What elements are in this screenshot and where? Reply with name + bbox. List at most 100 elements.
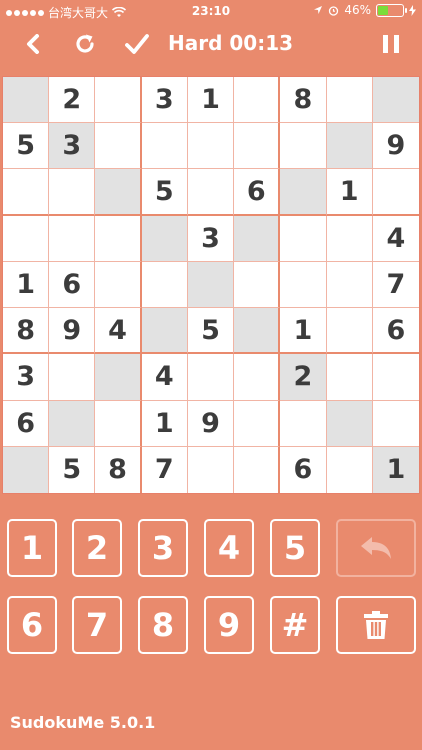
battery-percent: 46% xyxy=(344,3,371,17)
sudoku-cell[interactable]: 5 xyxy=(187,308,235,355)
sudoku-cell[interactable]: 5 xyxy=(141,169,188,216)
sudoku-cell[interactable] xyxy=(3,77,50,124)
sudoku-cell[interactable]: 1 xyxy=(141,400,188,447)
sudoku-cell[interactable]: 6 xyxy=(49,261,96,309)
sudoku-cell[interactable] xyxy=(326,77,373,124)
sudoku-cell[interactable]: 1 xyxy=(326,169,373,216)
number-key-9[interactable]: 9 xyxy=(204,596,254,654)
sudoku-cell[interactable]: 6 xyxy=(3,400,50,447)
sudoku-cell[interactable]: 2 xyxy=(280,354,327,401)
sudoku-cell[interactable] xyxy=(187,446,235,493)
sudoku-cell[interactable]: 8 xyxy=(280,77,327,124)
sudoku-cell[interactable] xyxy=(280,123,327,170)
notes-key[interactable]: # xyxy=(270,596,320,654)
sudoku-cell[interactable]: 4 xyxy=(95,308,142,355)
sudoku-cell[interactable] xyxy=(49,215,96,262)
sudoku-cell[interactable]: 5 xyxy=(3,123,50,170)
sudoku-cell[interactable] xyxy=(234,77,281,124)
sudoku-cell[interactable] xyxy=(95,169,142,216)
sudoku-cell[interactable]: 3 xyxy=(187,215,235,262)
sudoku-cell[interactable]: 1 xyxy=(280,308,327,355)
sudoku-cell[interactable]: 6 xyxy=(372,308,419,355)
sudoku-cell[interactable] xyxy=(187,169,235,216)
sudoku-cell[interactable] xyxy=(141,261,188,309)
sudoku-cell[interactable] xyxy=(141,308,188,355)
sudoku-cell[interactable]: 6 xyxy=(280,446,327,493)
number-key-3[interactable]: 3 xyxy=(138,519,188,577)
erase-button[interactable] xyxy=(336,596,416,654)
sudoku-cell[interactable] xyxy=(280,169,327,216)
sudoku-cell[interactable] xyxy=(234,261,281,309)
sudoku-cell[interactable]: 3 xyxy=(141,77,188,124)
sudoku-cell[interactable] xyxy=(280,400,327,447)
sudoku-cell[interactable]: 5 xyxy=(49,446,96,493)
check-button[interactable] xyxy=(122,30,152,58)
sudoku-cell[interactable]: 3 xyxy=(3,354,50,401)
sudoku-cell[interactable] xyxy=(95,354,142,401)
sudoku-cell[interactable]: 3 xyxy=(49,123,96,170)
sudoku-cell[interactable]: 9 xyxy=(187,400,235,447)
number-key-6[interactable]: 6 xyxy=(7,596,57,654)
sudoku-cell[interactable] xyxy=(280,215,327,262)
number-key-8[interactable]: 8 xyxy=(138,596,188,654)
number-key-7[interactable]: 7 xyxy=(72,596,122,654)
sudoku-cell[interactable] xyxy=(234,400,281,447)
sudoku-cell[interactable] xyxy=(372,77,419,124)
sudoku-cell[interactable]: 4 xyxy=(372,215,419,262)
sudoku-cell[interactable] xyxy=(326,215,373,262)
number-key-2[interactable]: 2 xyxy=(72,519,122,577)
sudoku-cell[interactable]: 8 xyxy=(95,446,142,493)
sudoku-cell[interactable] xyxy=(95,215,142,262)
sudoku-cell[interactable]: 9 xyxy=(49,308,96,355)
back-button[interactable] xyxy=(18,30,48,58)
number-key-5[interactable]: 5 xyxy=(270,519,320,577)
sudoku-cell[interactable] xyxy=(187,261,235,309)
sudoku-cell[interactable] xyxy=(372,354,419,401)
sudoku-cell[interactable] xyxy=(280,261,327,309)
sudoku-cell[interactable] xyxy=(372,169,419,216)
sudoku-cell[interactable] xyxy=(141,215,188,262)
sudoku-cell[interactable] xyxy=(3,446,50,493)
sudoku-cell[interactable]: 4 xyxy=(141,354,188,401)
sudoku-cell[interactable] xyxy=(234,123,281,170)
sudoku-cell[interactable] xyxy=(3,215,50,262)
sudoku-cell[interactable] xyxy=(234,446,281,493)
sudoku-cell[interactable] xyxy=(326,261,373,309)
sudoku-cell[interactable]: 2 xyxy=(49,77,96,124)
pause-icon xyxy=(383,35,399,53)
trash-icon xyxy=(364,611,388,639)
sudoku-cell[interactable] xyxy=(234,308,281,355)
sudoku-cell[interactable] xyxy=(3,169,50,216)
sudoku-cell[interactable] xyxy=(326,354,373,401)
sudoku-cell[interactable] xyxy=(95,400,142,447)
sudoku-cell[interactable]: 1 xyxy=(187,77,235,124)
sudoku-cell[interactable] xyxy=(49,354,96,401)
sudoku-cell[interactable] xyxy=(141,123,188,170)
sudoku-cell[interactable] xyxy=(95,261,142,309)
sudoku-cell[interactable] xyxy=(326,400,373,447)
sudoku-cell[interactable] xyxy=(187,354,235,401)
sudoku-cell[interactable]: 7 xyxy=(372,261,419,309)
sudoku-cell[interactable]: 7 xyxy=(141,446,188,493)
sudoku-cell[interactable] xyxy=(49,169,96,216)
undo-button[interactable] xyxy=(336,519,416,577)
sudoku-cell[interactable] xyxy=(326,446,373,493)
number-key-4[interactable]: 4 xyxy=(204,519,254,577)
sudoku-cell[interactable] xyxy=(234,215,281,262)
sudoku-cell[interactable] xyxy=(187,123,235,170)
pause-button[interactable] xyxy=(376,30,406,58)
restart-button[interactable] xyxy=(70,30,100,58)
number-key-1[interactable]: 1 xyxy=(7,519,57,577)
sudoku-cell[interactable] xyxy=(49,400,96,447)
sudoku-cell[interactable]: 1 xyxy=(3,261,50,309)
sudoku-cell[interactable] xyxy=(95,123,142,170)
sudoku-cell[interactable] xyxy=(326,123,373,170)
sudoku-cell[interactable] xyxy=(326,308,373,355)
sudoku-cell[interactable] xyxy=(234,354,281,401)
sudoku-cell[interactable]: 8 xyxy=(3,308,50,355)
sudoku-cell[interactable]: 9 xyxy=(372,123,419,170)
sudoku-cell[interactable]: 1 xyxy=(372,446,419,493)
sudoku-cell[interactable]: 6 xyxy=(234,169,281,216)
sudoku-cell[interactable] xyxy=(372,400,419,447)
sudoku-cell[interactable] xyxy=(95,77,142,124)
